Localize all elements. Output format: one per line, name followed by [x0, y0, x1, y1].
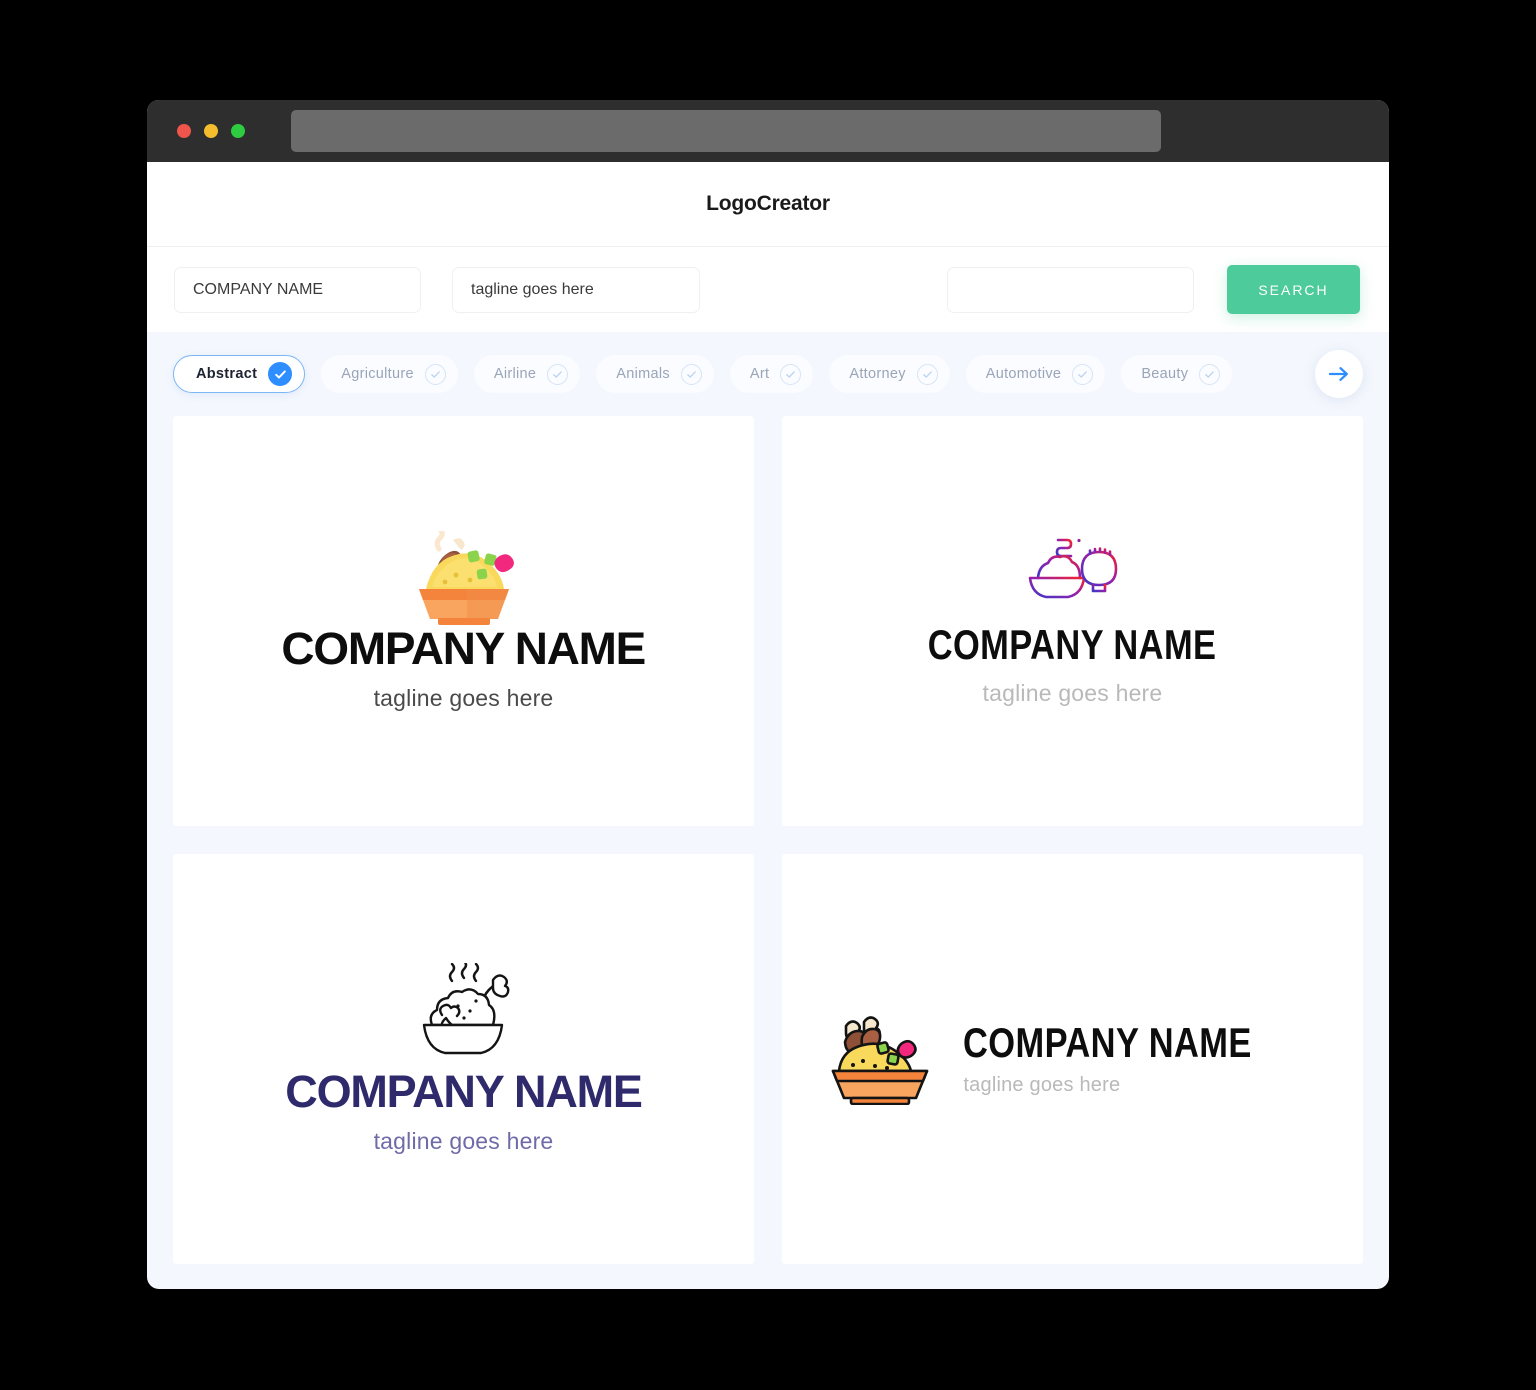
logo-company-name: COMPANY NAME — [285, 1066, 643, 1117]
category-chip-airline[interactable]: Airline — [473, 355, 581, 393]
check-icon — [1072, 363, 1094, 385]
keyword-input[interactable] — [947, 266, 1194, 313]
check-icon — [680, 363, 702, 385]
category-chip-attorney[interactable]: Attorney — [829, 355, 950, 393]
outline-chicken-bowl-icon — [422, 963, 509, 1055]
logo-card[interactable]: COMPANY NAME tagline goes here — [173, 854, 754, 1264]
arrow-right-icon — [1328, 367, 1348, 381]
page-title: LogoCreator — [706, 192, 830, 215]
check-icon — [268, 362, 293, 386]
logo-card[interactable]: COMPANY NAME tagline goes here — [782, 416, 1363, 826]
search-toolbar: SEARCH — [147, 247, 1389, 332]
category-chip-label: Airline — [493, 366, 537, 382]
close-window-button[interactable] — [177, 124, 191, 138]
maximize-window-button[interactable] — [231, 124, 245, 138]
category-chip-label: Animals — [616, 366, 670, 382]
minimize-window-button[interactable] — [204, 124, 218, 138]
url-bar[interactable] — [291, 110, 1161, 152]
category-chip-agriculture[interactable]: Agriculture — [321, 355, 458, 393]
logo-text-block: COMPANY NAME tagline goes here — [963, 1018, 1315, 1097]
company-name-input[interactable] — [174, 266, 421, 313]
category-chip-label: Abstract — [196, 366, 258, 382]
category-chip-abstract[interactable]: Abstract — [173, 355, 306, 393]
category-chip-label: Automotive — [985, 366, 1062, 382]
check-icon — [780, 363, 802, 385]
category-chip-animals[interactable]: Animals — [596, 355, 714, 393]
logo-company-name: COMPANY NAME — [928, 620, 1217, 668]
tagline-input[interactable] — [452, 266, 700, 313]
category-chip-automotive[interactable]: Automotive — [965, 355, 1106, 393]
category-chip-beauty[interactable]: Beauty — [1121, 355, 1233, 393]
logo-preview: COMPANY NAME tagline goes here — [285, 963, 643, 1155]
filled-rice-bowl-icon — [418, 530, 514, 625]
logo-tagline: tagline goes here — [373, 684, 554, 711]
logo-card[interactable]: COMPANY NAME tagline goes here — [782, 854, 1363, 1264]
check-icon — [1199, 363, 1221, 385]
search-button[interactable]: SEARCH — [1227, 265, 1360, 314]
next-categories-button[interactable] — [1315, 350, 1363, 398]
gradient-rice-bowls-icon — [1029, 538, 1118, 598]
check-icon — [424, 363, 446, 385]
logo-tagline: tagline goes here — [963, 1073, 1121, 1096]
logo-tagline: tagline goes here — [982, 679, 1163, 706]
check-icon — [916, 363, 938, 385]
category-chip-label: Agriculture — [341, 366, 414, 382]
category-chip-label: Attorney — [849, 366, 906, 382]
logo-tagline: tagline goes here — [373, 1128, 554, 1154]
category-chip-label: Beauty — [1141, 366, 1189, 382]
outlined-rice-bowl-icon — [832, 1016, 929, 1105]
browser-window: LogoCreator SEARCH Abstract Agriculture … — [147, 100, 1389, 1289]
logo-preview: COMPANY NAME tagline goes here — [282, 530, 647, 712]
logo-card[interactable]: COMPANY NAME tagline goes here — [173, 416, 754, 826]
app-header: LogoCreator — [147, 162, 1389, 247]
category-chip-art[interactable]: Art — [729, 355, 814, 393]
logo-preview: COMPANY NAME tagline goes here — [829, 1013, 1315, 1105]
window-controls — [177, 124, 245, 138]
check-icon — [547, 363, 569, 385]
browser-titlebar — [147, 100, 1389, 162]
logo-company-name: COMPANY NAME — [963, 1018, 1253, 1066]
logo-results-grid: COMPANY NAME tagline goes here COMPANY N… — [147, 416, 1389, 1289]
logo-preview: COMPANY NAME tagline goes here — [896, 536, 1248, 707]
category-filter-bar: Abstract Agriculture Airline Animals Art — [147, 332, 1389, 416]
logo-company-name: COMPANY NAME — [281, 622, 647, 674]
category-chip-label: Art — [749, 366, 770, 382]
